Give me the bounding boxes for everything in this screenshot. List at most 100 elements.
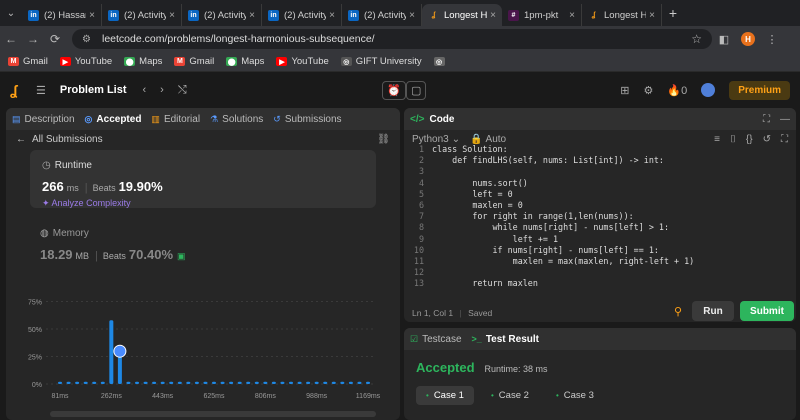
tab-submissions[interactable]: ↺ Submissions xyxy=(273,114,341,125)
browser-tab[interactable]: in (2) Activity × xyxy=(102,4,182,26)
chart-bar[interactable] xyxy=(314,381,319,384)
code-line[interactable]: 13 return maxlen xyxy=(404,278,796,289)
your-submission-marker[interactable] xyxy=(113,344,127,358)
chart-bar[interactable] xyxy=(66,381,71,384)
forward-icon[interactable]: → xyxy=(22,32,44,46)
reset-icon[interactable]: ↺ xyxy=(763,134,771,145)
chart-bar[interactable] xyxy=(340,381,345,384)
chart-bar[interactable] xyxy=(220,381,225,384)
code-line[interactable]: 8 while nums[right] - nums[left] > 1: xyxy=(404,222,796,233)
run-button[interactable]: Run xyxy=(692,301,734,321)
close-tab-icon[interactable]: × xyxy=(329,10,335,21)
chart-bar[interactable] xyxy=(331,381,336,384)
chart-bar[interactable] xyxy=(83,381,88,384)
code-line[interactable]: 9 left += 1 xyxy=(404,234,796,245)
bookmark-youtube[interactable]: ▶ YouTube xyxy=(276,56,329,67)
chart-bar[interactable] xyxy=(246,381,251,384)
shuffle-icon[interactable]: ⤭ xyxy=(178,84,187,97)
back-icon[interactable]: ← xyxy=(0,32,22,46)
close-tab-icon[interactable]: × xyxy=(249,10,255,21)
prev-problem-icon[interactable]: ‹ xyxy=(143,84,147,96)
chart-bar[interactable] xyxy=(117,353,122,384)
chart-bar[interactable] xyxy=(135,381,139,384)
code-line[interactable]: 6 maxlen = 0 xyxy=(404,200,796,211)
format-icon[interactable]: ≡ xyxy=(714,134,720,145)
code-line[interactable]: 3 xyxy=(404,166,796,177)
chart-bar[interactable] xyxy=(109,320,114,384)
chart-bar[interactable] xyxy=(254,381,259,384)
chart-scrollbar[interactable] xyxy=(50,411,376,417)
extensions-icon[interactable]: ◧ xyxy=(712,33,736,46)
debug-icon[interactable]: ⚲ xyxy=(674,305,682,318)
browser-tab[interactable]: ʆ Longest H × xyxy=(582,4,662,26)
close-tab-icon[interactable]: × xyxy=(169,10,175,21)
code-editor[interactable]: 1 class Solution: 2 def findLHS(self, nums… xyxy=(404,144,796,294)
chart-bar[interactable] xyxy=(306,381,311,384)
code-line[interactable]: 1 class Solution: xyxy=(404,144,796,155)
chart-bar[interactable] xyxy=(289,381,293,384)
tab-description[interactable]: ▤ Description xyxy=(12,114,75,125)
minimize-icon[interactable]: — xyxy=(780,114,790,125)
chart-bar[interactable] xyxy=(169,381,174,384)
chart-bar[interactable] xyxy=(271,381,276,384)
code-line[interactable]: 10 if nums[right] - nums[left] == 1: xyxy=(404,245,796,256)
next-problem-icon[interactable]: › xyxy=(160,84,164,96)
auto-mode-label[interactable]: Auto xyxy=(486,134,507,145)
browser-tab-active[interactable]: ʆ Longest H × xyxy=(422,4,502,26)
tab-accepted[interactable]: ◎ Accepted xyxy=(85,114,142,125)
link-icon[interactable]: ⛓ xyxy=(377,134,390,145)
chart-bar[interactable] xyxy=(237,381,242,384)
browser-tab[interactable]: #1pm-pkt × xyxy=(502,4,582,26)
premium-button[interactable]: Premium xyxy=(729,80,790,100)
chart-bar[interactable] xyxy=(280,381,285,384)
chart-bar[interactable] xyxy=(323,381,328,384)
list-icon[interactable]: ☰ xyxy=(36,84,46,97)
braces-icon[interactable]: {} xyxy=(746,134,753,145)
code-line[interactable]: 12 xyxy=(404,267,796,278)
browser-tab[interactable]: in (2) Activity × xyxy=(262,4,342,26)
close-tab-icon[interactable]: × xyxy=(89,10,95,21)
tab-solutions[interactable]: ⚗ Solutions xyxy=(210,114,263,125)
layout-icon[interactable]: ⊞ xyxy=(620,84,629,97)
browser-tab[interactable]: in (2) Activity × xyxy=(182,4,262,26)
chart-bar[interactable] xyxy=(263,381,268,384)
bookmark-maps[interactable]: ⬤ Maps xyxy=(124,56,162,67)
code-line[interactable]: 5 left = 0 xyxy=(404,189,796,200)
chart-bar[interactable] xyxy=(126,381,131,384)
bookmark-gift[interactable]: ◎ GIFT University xyxy=(340,56,422,67)
new-tab-button[interactable]: + xyxy=(662,5,684,21)
chart-bar[interactable] xyxy=(58,381,62,384)
chart-bar[interactable] xyxy=(143,381,148,384)
chart-bar[interactable] xyxy=(92,381,97,384)
problem-list-link[interactable]: Problem List xyxy=(60,84,127,96)
code-line[interactable]: 2 def findLHS(self, nums: List[int]) -> … xyxy=(404,155,796,166)
bookmark-gmail[interactable]: M Gmail xyxy=(174,56,214,67)
expand-icon[interactable]: ⛶ xyxy=(781,134,788,145)
bookmark-icon[interactable]: ⌷ xyxy=(730,134,736,145)
code-line[interactable]: 4 nums.sort() xyxy=(404,178,796,189)
case-1-button[interactable]: • Case 1 xyxy=(416,386,474,405)
tab-test-result[interactable]: >_ Test Result xyxy=(472,334,539,345)
streak-icon[interactable]: 🔥0 xyxy=(667,84,687,97)
menu-icon[interactable]: ⋮ xyxy=(760,33,784,46)
chart-bar[interactable] xyxy=(75,381,80,384)
url-bar[interactable]: ⚙ leetcode.com/problems/longest-harmonio… xyxy=(72,29,712,49)
case-2-button[interactable]: • Case 2 xyxy=(481,386,539,405)
code-line[interactable]: 7 for right in range(1,len(nums)): xyxy=(404,211,796,222)
chart-bar[interactable] xyxy=(348,381,353,384)
reload-icon[interactable]: ⟳ xyxy=(44,32,66,46)
case-3-button[interactable]: • Case 3 xyxy=(546,386,604,405)
chart-bar[interactable] xyxy=(212,381,216,384)
chart-bar[interactable] xyxy=(357,381,362,384)
chart-bar[interactable] xyxy=(229,381,234,384)
bookmark-maps[interactable]: ⬤ Maps xyxy=(226,56,264,67)
chart-bar[interactable] xyxy=(194,381,199,384)
timer-icon[interactable]: ⏰ xyxy=(382,80,406,100)
close-tab-icon[interactable]: × xyxy=(569,10,575,21)
notes-icon[interactable]: ▢ xyxy=(406,80,427,100)
browser-tab[interactable]: in (2) Hassan × xyxy=(22,4,102,26)
chart-bar[interactable] xyxy=(186,381,191,384)
language-select[interactable]: Python3 xyxy=(412,134,449,145)
browser-tab[interactable]: in (2) Activity × xyxy=(342,4,422,26)
close-tab-icon[interactable]: × xyxy=(649,10,655,21)
